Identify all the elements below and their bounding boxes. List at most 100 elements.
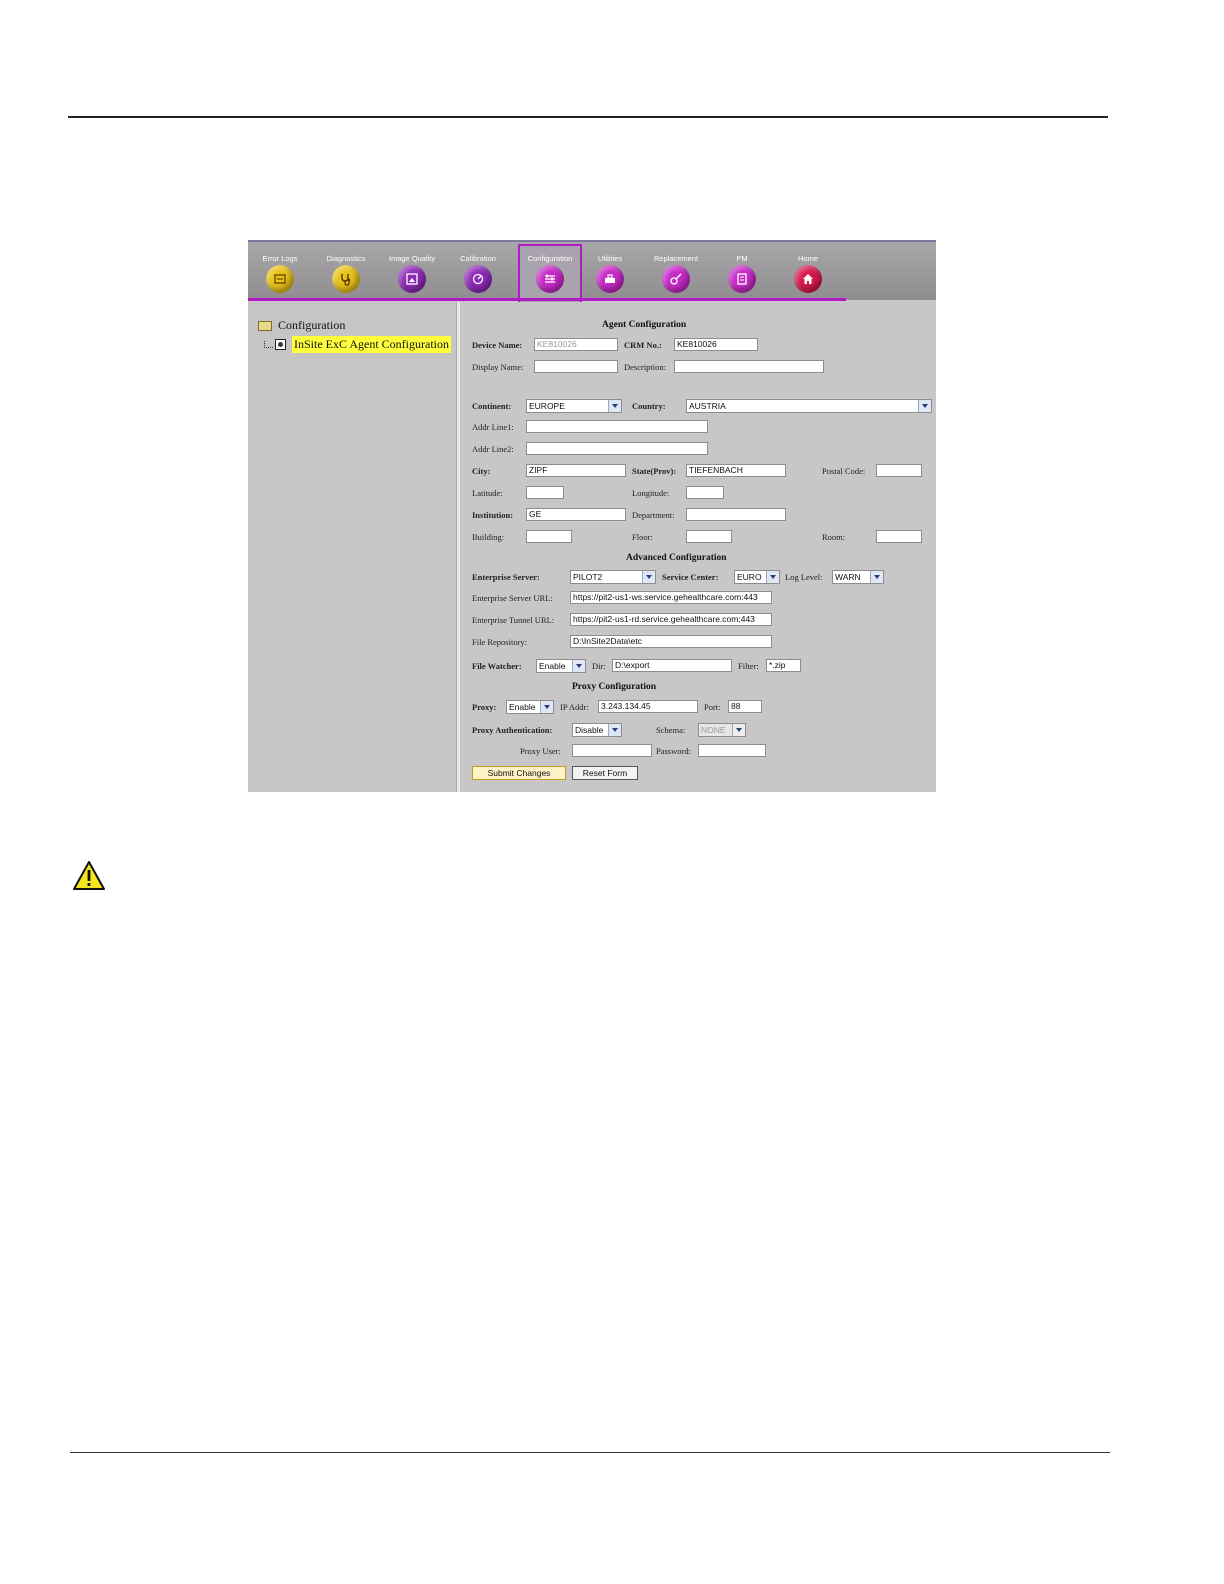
- description-field[interactable]: [674, 360, 824, 373]
- state-label: State(Prov):: [632, 466, 677, 476]
- tree-item-insite-agent-configuration[interactable]: InSite ExC Agent Configuration: [264, 336, 451, 353]
- chevron-down-icon: [608, 400, 621, 412]
- addr-line2-field[interactable]: [526, 442, 708, 455]
- password-label: Password:: [656, 746, 691, 756]
- state-field[interactable]: TIEFENBACH: [686, 464, 786, 477]
- agent-configuration-heading: Agent Configuration: [602, 320, 687, 330]
- enterprise-server-url-field[interactable]: https://pit2-us1-ws.service.gehealthcare…: [570, 591, 772, 604]
- proxy-user-field[interactable]: [572, 744, 652, 757]
- latitude-field[interactable]: [526, 486, 564, 499]
- tab-image-quality[interactable]: Image Quality: [380, 246, 444, 298]
- replacement-icon: [662, 265, 690, 293]
- floor-label: Floor:: [632, 532, 653, 542]
- filter-field[interactable]: *.zip: [766, 659, 801, 672]
- reset-form-button[interactable]: Reset Form: [572, 766, 638, 780]
- top-toolbar: Error Logs Diagnostics Image Quality Cal…: [248, 240, 936, 302]
- password-field[interactable]: [698, 744, 766, 757]
- enterprise-server-select[interactable]: PILOT2: [570, 570, 656, 584]
- port-field[interactable]: 88: [728, 700, 762, 713]
- latitude-label: Latitude:: [472, 488, 503, 498]
- chevron-down-icon: [642, 571, 655, 583]
- configuration-icon: [536, 265, 564, 293]
- tab-replacement[interactable]: Replacement: [644, 246, 708, 298]
- insite-configuration-screenshot: Error Logs Diagnostics Image Quality Cal…: [248, 240, 936, 792]
- tab-utilities[interactable]: Utilities: [578, 246, 642, 298]
- postal-code-field[interactable]: [876, 464, 922, 477]
- tab-label: Configuration: [527, 254, 573, 263]
- description-label: Description:: [624, 362, 667, 372]
- enterprise-server-url-label: Enterprise Server URL:: [472, 593, 553, 603]
- dir-field[interactable]: D:\export: [612, 659, 732, 672]
- enterprise-tunnel-url-field[interactable]: https://pit2-us1-rd.service.gehealthcare…: [570, 613, 772, 626]
- display-name-label: Display Name:: [472, 362, 524, 372]
- ip-addr-field[interactable]: 3.243.134.45: [598, 700, 698, 713]
- building-field[interactable]: [526, 530, 572, 543]
- utilities-icon: [596, 265, 624, 293]
- log-level-label: Log Level:: [785, 572, 823, 582]
- institution-label: Institution:: [472, 510, 514, 520]
- addr-line1-field[interactable]: [526, 420, 708, 433]
- schema-select[interactable]: NONE: [698, 723, 746, 737]
- tab-label: Utilities: [597, 254, 623, 263]
- room-label: Room:: [822, 532, 846, 542]
- crm-field[interactable]: KE810026: [674, 338, 758, 351]
- file-repository-label: File Repository:: [472, 637, 528, 647]
- service-center-select[interactable]: EURO: [734, 570, 780, 584]
- proxy-authentication-label: Proxy Authentication:: [472, 725, 553, 735]
- longitude-field[interactable]: [686, 486, 724, 499]
- tab-calibration[interactable]: Calibration: [446, 246, 510, 298]
- service-center-label: Service Center:: [662, 572, 719, 582]
- footer-rule: [70, 1452, 1110, 1453]
- error-logs-icon: [266, 265, 294, 293]
- country-value: AUSTRIA: [689, 401, 726, 411]
- floor-field[interactable]: [686, 530, 732, 543]
- tab-label: Calibration: [460, 254, 496, 263]
- continent-value: EUROPE: [529, 401, 565, 411]
- tree-root-label: Configuration: [278, 318, 346, 332]
- continent-select[interactable]: EUROPE: [526, 399, 622, 413]
- tree-root-configuration[interactable]: Configuration: [258, 318, 345, 333]
- room-field[interactable]: [876, 530, 922, 543]
- file-repository-field[interactable]: D:\InSite2Data\etc: [570, 635, 772, 648]
- country-select[interactable]: AUSTRIA: [686, 399, 932, 413]
- tab-label: PM: [736, 254, 748, 263]
- chevron-down-icon: [608, 724, 621, 736]
- submit-changes-button[interactable]: Submit Changes: [472, 766, 566, 780]
- chevron-down-icon: [918, 400, 931, 412]
- tree-item-label: InSite ExC Agent Configuration: [292, 336, 451, 353]
- tab-pm[interactable]: PM: [710, 246, 774, 298]
- schema-label: Schema:: [656, 725, 686, 735]
- longitude-label: Longitude:: [632, 488, 670, 498]
- addr-line2-label: Addr Line2:: [472, 444, 514, 454]
- chevron-down-icon: [540, 701, 553, 713]
- proxy-authentication-select[interactable]: Disable: [572, 723, 622, 737]
- tab-home[interactable]: Home: [776, 246, 840, 298]
- country-label: Country:: [632, 401, 666, 411]
- tab-label: Diagnostics: [326, 254, 366, 263]
- chevron-down-icon: [572, 660, 585, 672]
- tab-configuration[interactable]: Configuration: [518, 244, 582, 302]
- proxy-configuration-heading: Proxy Configuration: [572, 682, 657, 692]
- enterprise-server-label: Enterprise Server:: [472, 572, 540, 582]
- log-level-select[interactable]: WARN: [832, 570, 884, 584]
- tab-error-logs[interactable]: Error Logs: [248, 246, 312, 298]
- proxy-authentication-value: Disable: [575, 725, 604, 735]
- proxy-select[interactable]: Enable: [506, 700, 554, 714]
- proxy-user-label: Proxy User:: [520, 746, 561, 756]
- tab-label: Home: [797, 254, 818, 263]
- institution-field[interactable]: GE: [526, 508, 626, 521]
- tab-diagnostics[interactable]: Diagnostics: [314, 246, 378, 298]
- display-name-field[interactable]: [534, 360, 618, 373]
- department-field[interactable]: [686, 508, 786, 521]
- proxy-value: Enable: [509, 702, 536, 712]
- device-name-field[interactable]: KE810026: [534, 338, 618, 351]
- advanced-configuration-heading: Advanced Configuration: [626, 553, 727, 563]
- toolbar-accent-line: [248, 298, 846, 301]
- tab-label: Error Logs: [262, 254, 298, 263]
- city-field[interactable]: ZIPF: [526, 464, 626, 477]
- folder-icon: [258, 320, 272, 331]
- file-watcher-select[interactable]: Enable: [536, 659, 586, 673]
- crm-label: CRM No.:: [624, 340, 662, 350]
- tab-label: Image Quality: [388, 254, 436, 263]
- image-quality-icon: [398, 265, 426, 293]
